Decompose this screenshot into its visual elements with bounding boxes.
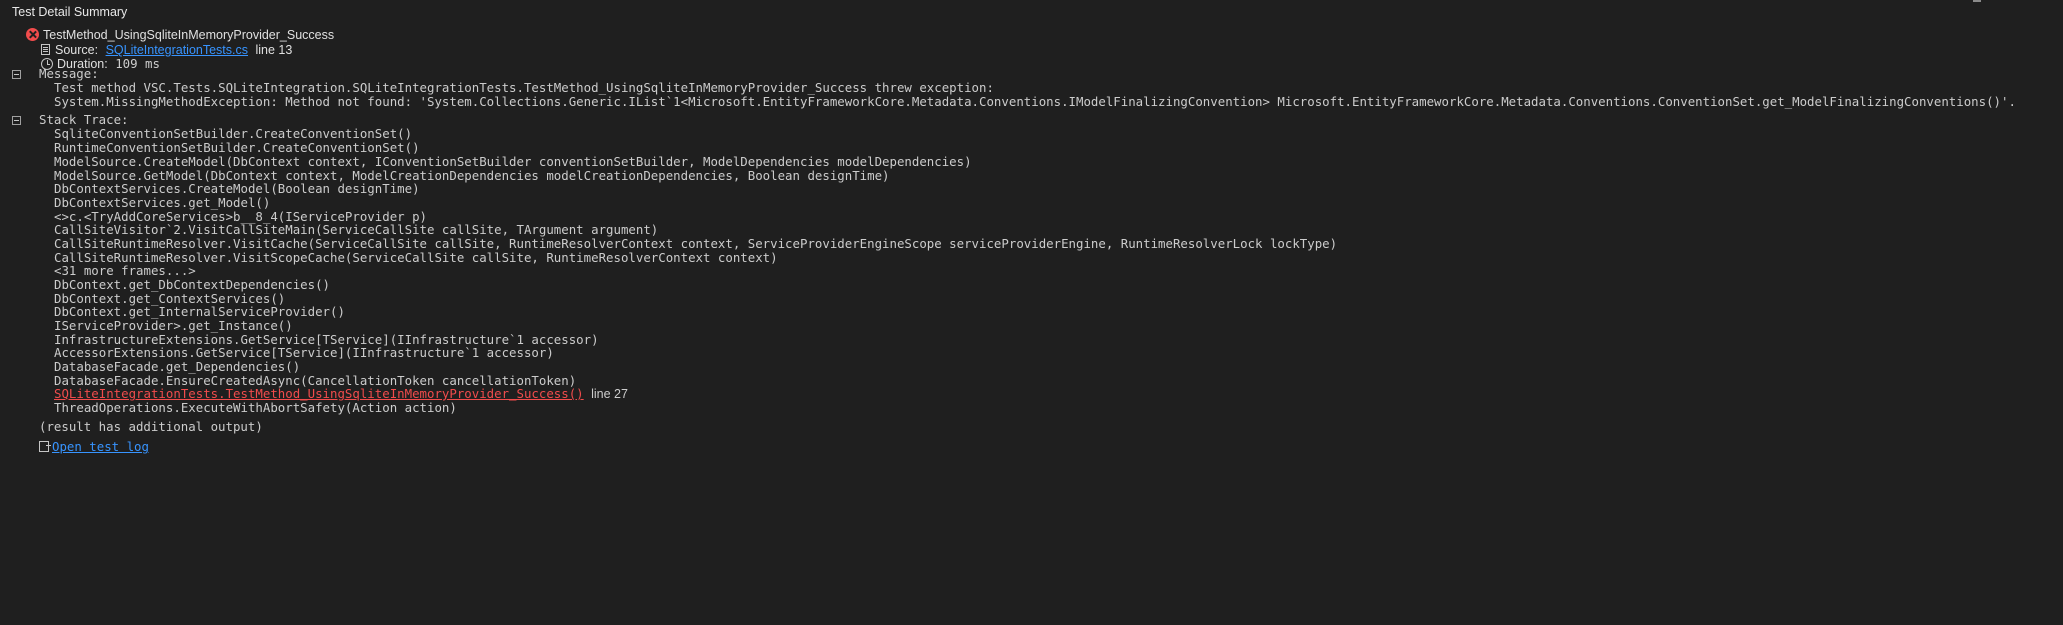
source-line: line 13 [255, 43, 293, 57]
additional-output-note: (result has additional output) [39, 418, 263, 436]
stack-frame: ThreadOperations.ExecuteWithAbortSafety(… [54, 400, 457, 415]
additional-output-text: (result has additional output) [39, 419, 263, 434]
collapse-stack-trace-icon[interactable] [12, 116, 21, 125]
open-test-log-link[interactable]: Open test log [52, 439, 149, 454]
collapse-message-icon[interactable] [12, 70, 21, 79]
open-log-icon [39, 441, 51, 452]
open-test-log-row: Open test log [39, 438, 149, 456]
duration-value: 109 ms [115, 56, 160, 71]
panel-title: Test Detail Summary [12, 5, 128, 19]
test-name: TestMethod_UsingSqliteInMemoryProvider_S… [43, 28, 335, 42]
user-stack-frame-line: line 27 [591, 387, 628, 401]
panel-grip[interactable] [1973, 0, 1981, 2]
message-line-2: System.MissingMethodException: Method no… [54, 94, 2016, 109]
error-icon [26, 28, 39, 41]
file-icon [41, 44, 50, 55]
test-detail-summary-panel: Test Detail Summary TestMethod_UsingSqli… [0, 0, 2063, 625]
